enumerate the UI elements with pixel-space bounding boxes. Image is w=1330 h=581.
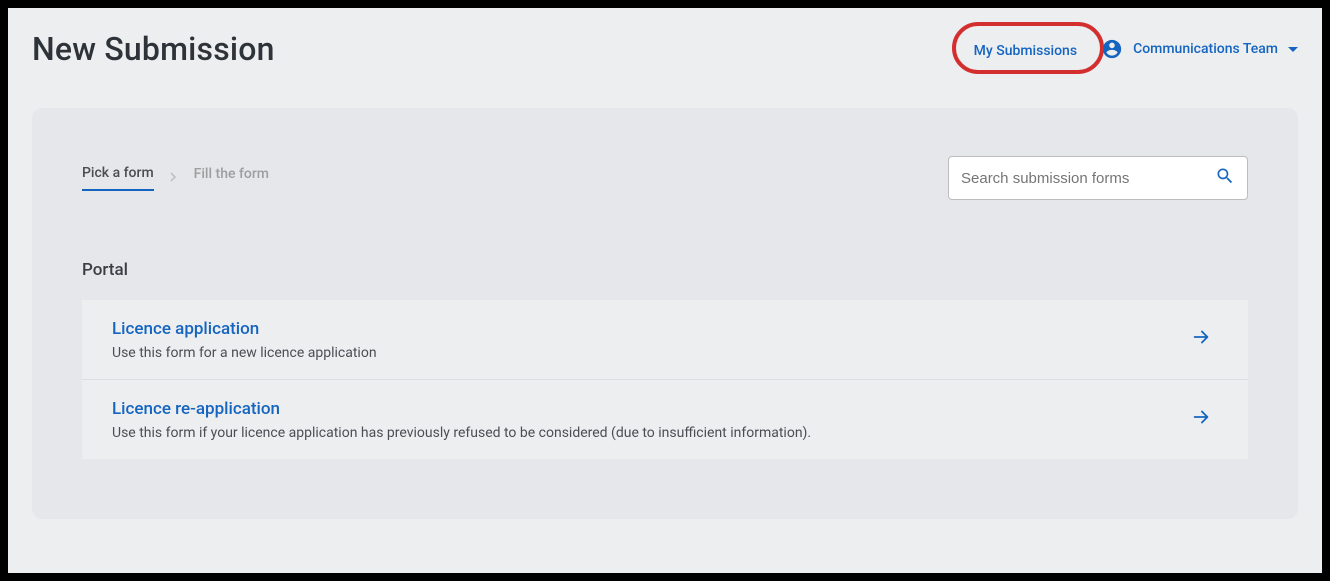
panel-top: Pick a form Fill the form <box>82 156 1248 200</box>
page-title: New Submission <box>32 30 275 68</box>
form-item-content: Licence re-application Use this form if … <box>112 399 1182 441</box>
arrow-right-icon[interactable] <box>1182 318 1220 361</box>
search-input[interactable] <box>961 170 1215 187</box>
form-item-description: Use this form if your licence applicatio… <box>112 425 1182 441</box>
section-title: Portal <box>82 260 1248 280</box>
form-item-licence-reapplication[interactable]: Licence re-application Use this form if … <box>82 380 1248 459</box>
chevron-down-icon <box>1288 47 1298 52</box>
search-icon[interactable] <box>1215 166 1235 190</box>
main-panel: Pick a form Fill the form Portal Licen <box>32 108 1298 519</box>
form-item-licence-application[interactable]: Licence application Use this form for a … <box>82 300 1248 380</box>
account-circle-icon <box>1101 38 1123 60</box>
form-item-title: Licence application <box>112 319 1182 339</box>
user-name: Communications Team <box>1133 41 1278 57</box>
form-list: Licence application Use this form for a … <box>82 300 1248 459</box>
app-container: New Submission My Submissions Communicat… <box>8 8 1322 573</box>
chevron-right-icon <box>170 170 178 186</box>
arrow-right-icon[interactable] <box>1182 398 1220 441</box>
header: New Submission My Submissions Communicat… <box>32 30 1298 68</box>
search-box[interactable] <box>948 156 1248 200</box>
header-right: My Submissions Communications Team <box>974 38 1298 60</box>
my-submissions-wrapper: My Submissions <box>974 40 1077 59</box>
my-submissions-link[interactable]: My Submissions <box>974 43 1077 59</box>
breadcrumb-step-pick[interactable]: Pick a form <box>82 165 154 191</box>
breadcrumb-step-fill: Fill the form <box>194 166 269 190</box>
form-item-description: Use this form for a new licence applicat… <box>112 345 1182 361</box>
form-item-content: Licence application Use this form for a … <box>112 319 1182 361</box>
breadcrumb: Pick a form Fill the form <box>82 165 269 191</box>
user-menu[interactable]: Communications Team <box>1101 38 1298 60</box>
form-item-title: Licence re-application <box>112 399 1182 419</box>
